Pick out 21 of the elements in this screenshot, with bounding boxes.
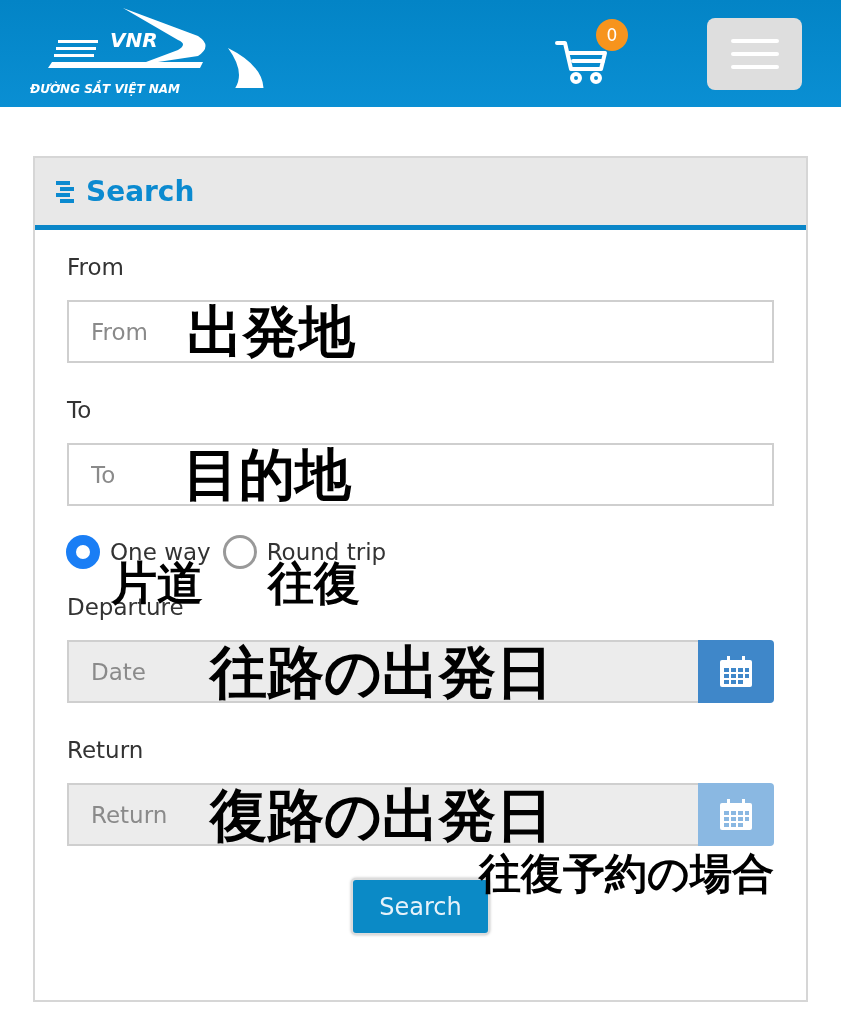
cart-count-badge: 0 bbox=[596, 18, 628, 51]
list-icon bbox=[56, 180, 74, 203]
logo-text: ĐƯỜNG SẮT VIỆT NAM bbox=[30, 81, 181, 96]
menu-icon bbox=[730, 38, 779, 69]
field-label: Return bbox=[67, 736, 145, 765]
date-field[interactable]: Date bbox=[69, 642, 210, 701]
radio-button[interactable] bbox=[222, 535, 257, 569]
input-field[interactable]: From bbox=[69, 302, 187, 361]
cart-icon[interactable] bbox=[555, 38, 609, 85]
calendar-button[interactable] bbox=[698, 640, 774, 703]
radio-button[interactable] bbox=[66, 535, 100, 569]
annotation-text: 出発地 bbox=[187, 302, 355, 361]
field-label: To bbox=[67, 396, 93, 425]
logo-mark: VNR bbox=[110, 27, 158, 52]
field-label: From bbox=[67, 253, 125, 282]
menu-button[interactable] bbox=[707, 17, 802, 90]
calendar-icon bbox=[719, 655, 753, 688]
annotation-text: 往路の出発日 bbox=[210, 642, 553, 701]
panel-title: Search bbox=[86, 175, 195, 208]
calendar-icon bbox=[719, 798, 753, 831]
annotation-text: 復路の出発日 bbox=[210, 785, 553, 844]
